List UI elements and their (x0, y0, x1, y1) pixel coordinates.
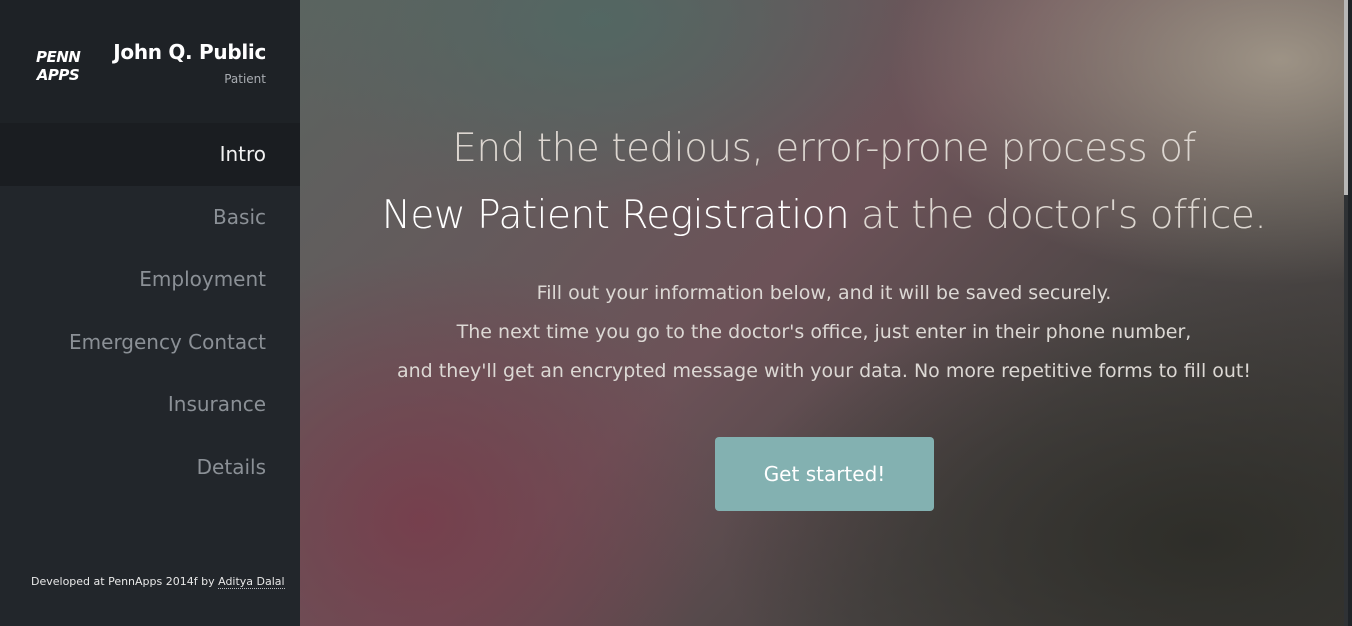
headline-rest: at the doctor's office. (849, 193, 1267, 238)
intro-paragraph-2: The next time you go to the doctor's off… (456, 321, 1192, 343)
logo-line-2: APPS (36, 66, 80, 84)
nav-item-intro[interactable]: Intro (0, 123, 300, 186)
sidebar-footer: Developed at PennApps 2014f by Aditya Da… (31, 575, 285, 589)
headline-emphasis: New Patient Registration (381, 193, 850, 238)
user-name: John Q. Public (113, 40, 266, 64)
user-role: Patient (224, 72, 266, 86)
footer-text: Developed at PennApps 2014f by (31, 575, 219, 588)
get-started-button[interactable]: Get started! (715, 437, 934, 511)
sidebar-header: PENN APPS John Q. Public Patient (0, 0, 300, 123)
headline-line-2: New Patient Registration at the doctor's… (300, 193, 1348, 238)
section-nav: Intro Basic Employment Emergency Contact… (0, 123, 300, 498)
nav-item-employment[interactable]: Employment (0, 248, 300, 311)
nav-item-insurance[interactable]: Insurance (0, 373, 300, 436)
scrollbar-track[interactable] (1344, 0, 1348, 626)
nav-item-emergency-contact[interactable]: Emergency Contact (0, 311, 300, 374)
intro-panel: End the tedious, error-prone process of … (300, 0, 1348, 626)
author-link[interactable]: Aditya Dalal (218, 575, 285, 589)
intro-paragraph-1: Fill out your information below, and it … (536, 282, 1112, 304)
nav-item-details[interactable]: Details (0, 436, 300, 499)
intro-paragraph-3: and they'll get an encrypted message wit… (397, 360, 1251, 382)
scrollbar-thumb[interactable] (1344, 0, 1348, 195)
headline-line-1: End the tedious, error-prone process of (452, 126, 1196, 171)
sidebar: PENN APPS John Q. Public Patient Intro B… (0, 0, 300, 626)
logo-line-1: PENN (36, 48, 81, 66)
pennapps-logo[interactable]: PENN APPS (36, 48, 81, 84)
nav-item-basic[interactable]: Basic (0, 186, 300, 249)
